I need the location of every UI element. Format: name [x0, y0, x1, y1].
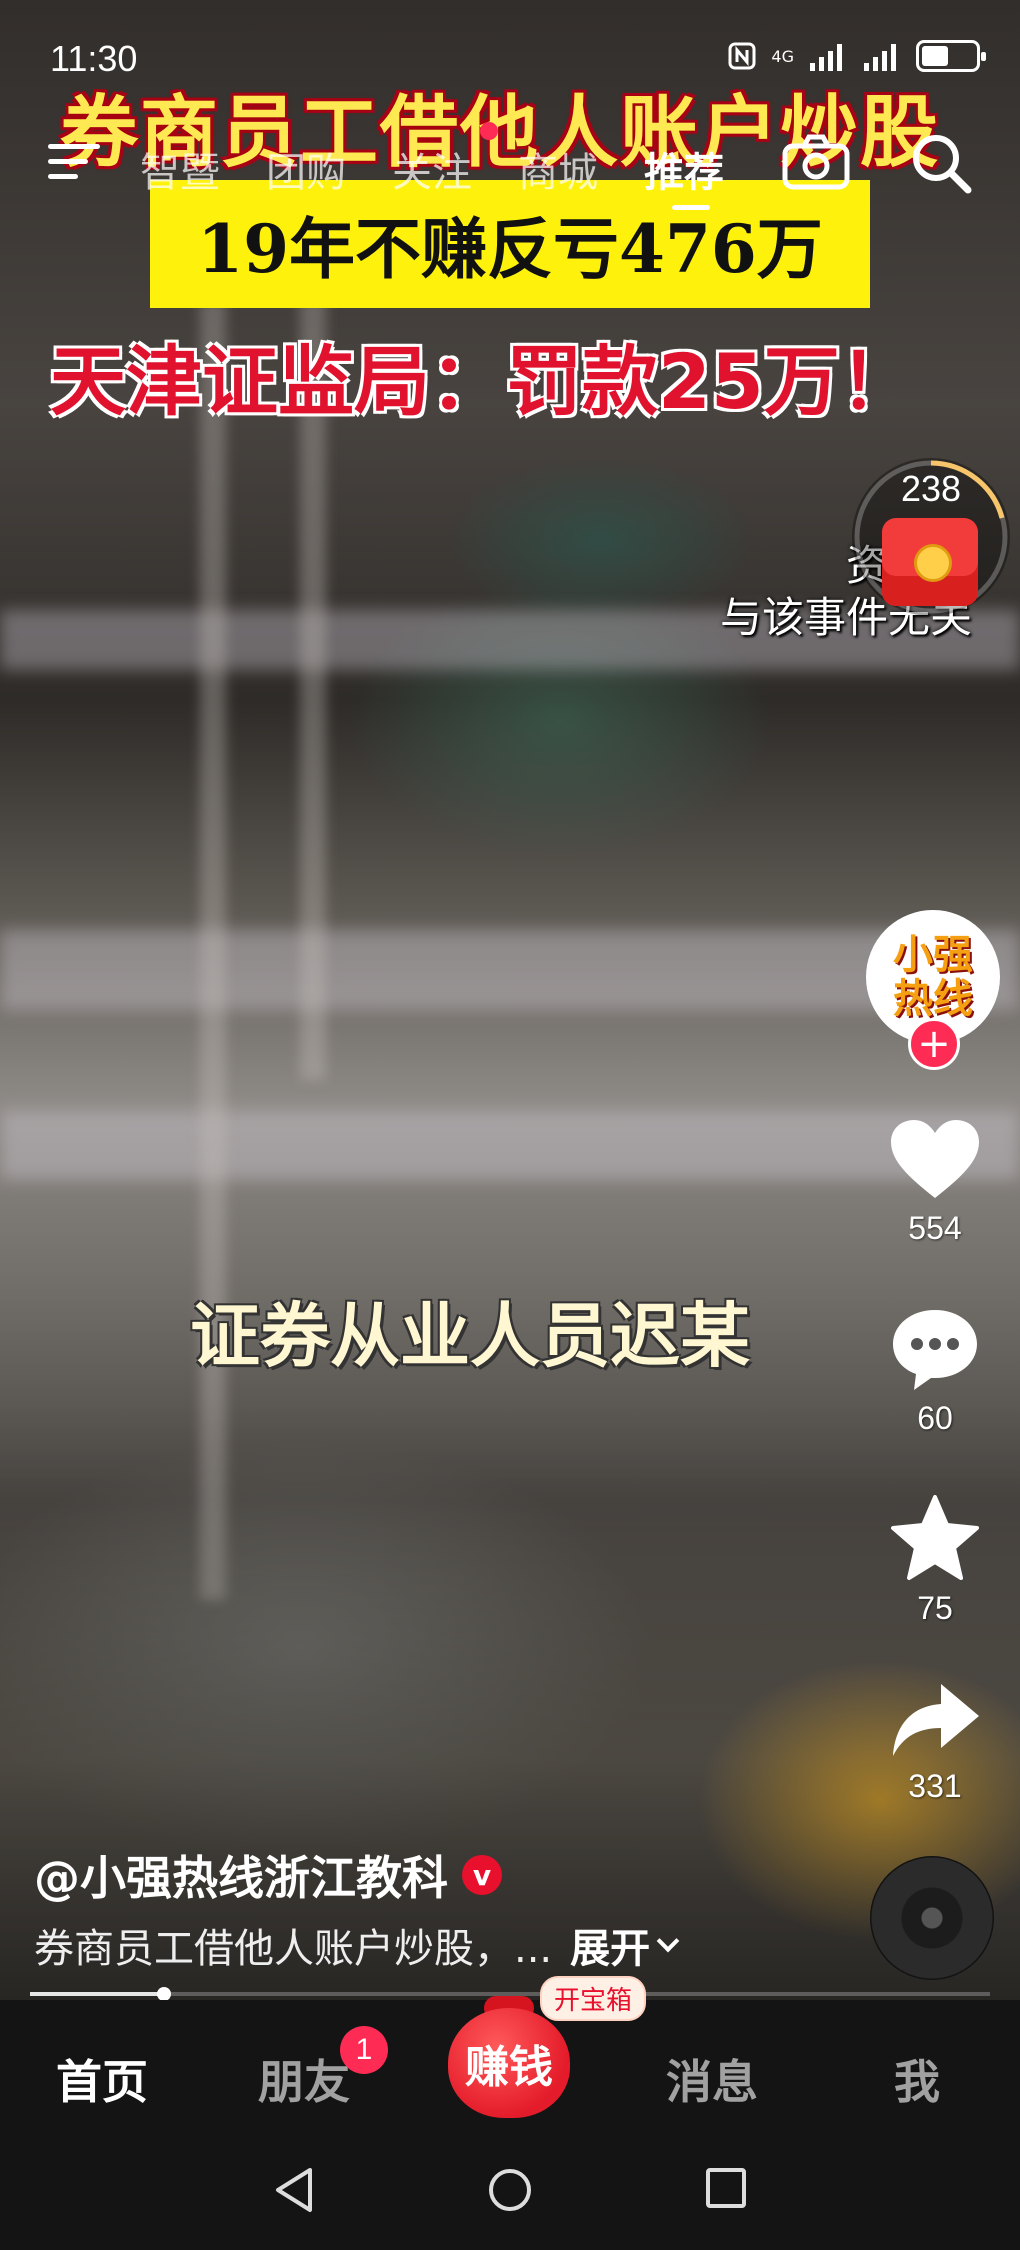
avatar-text: 小强热线	[893, 932, 973, 1022]
tab-recommend[interactable]: 推荐	[644, 140, 724, 198]
like-button[interactable]: 554	[880, 1118, 990, 1247]
active-tab-indicator	[672, 205, 710, 210]
network-label: 4G	[771, 46, 794, 66]
tab-me[interactable]: 我	[894, 2046, 940, 2112]
video-description[interactable]: 券商员工借他人账户炒股，... 展开	[34, 1916, 680, 1974]
author-handle[interactable]: @小强热线浙江教科	[34, 1842, 448, 1908]
share-button[interactable]: 331	[880, 1680, 990, 1805]
comment-icon	[893, 1310, 977, 1390]
tab-mall[interactable]: 商城	[518, 140, 598, 198]
red-packet-count: 238	[900, 468, 962, 509]
tab-messages[interactable]: 消息	[666, 2046, 758, 2112]
camera-icon[interactable]	[782, 134, 850, 190]
battery-icon	[916, 40, 986, 72]
video-red-headline: 天津证监局：罚款25万！	[50, 337, 916, 426]
favorite-button[interactable]: 75	[880, 1494, 990, 1627]
tab-following[interactable]: 关注	[392, 140, 472, 198]
comment-button[interactable]: 60	[880, 1306, 990, 1437]
money-bag-icon: 赚钱	[448, 2008, 570, 2118]
heart-icon	[891, 1120, 979, 1198]
music-disc-icon[interactable]	[870, 1856, 994, 1980]
home-icon[interactable]	[486, 2166, 534, 2214]
favorite-count: 75	[917, 1590, 953, 1626]
system-nav-bar	[0, 2130, 1020, 2250]
verified-badge-icon: v	[462, 1855, 502, 1895]
follow-button[interactable]: +	[908, 1018, 960, 1070]
like-count: 554	[908, 1210, 962, 1246]
comment-count: 60	[917, 1400, 953, 1436]
share-arrow-icon	[893, 1684, 979, 1756]
plus-icon: +	[917, 1021, 951, 1067]
open-treasure-badge[interactable]: 开宝箱	[540, 1976, 647, 2021]
back-icon[interactable]	[272, 2166, 316, 2214]
expand-button[interactable]: 展开	[570, 1916, 650, 1974]
top-tabs: 智暨 团购 关注 商城 推荐	[140, 140, 724, 198]
video-yellow-banner-text: 19年不赚反亏476万	[197, 210, 823, 288]
tab-friends[interactable]: 朋友	[258, 2046, 350, 2112]
video-subtitle: 证券从业人员迟某	[190, 1295, 750, 1377]
friends-badge: 1	[340, 2026, 388, 2074]
status-time: 11:30	[50, 38, 138, 79]
status-bar: 11:30 4G	[0, 0, 1020, 110]
red-packet-timer[interactable]: 238	[852, 458, 1010, 616]
tab-local[interactable]: 智暨	[140, 140, 220, 198]
star-icon	[891, 1495, 979, 1580]
earn-label: 赚钱	[465, 2042, 553, 2093]
share-count: 331	[908, 1768, 962, 1804]
tab-home[interactable]: 首页	[56, 2046, 148, 2112]
menu-icon[interactable]	[48, 140, 100, 184]
video-progress-fill	[30, 1992, 165, 1996]
red-envelope-icon	[882, 518, 978, 606]
video-player[interactable]: 券商员工借他人账户炒股 19年不赚反亏476万 天津证监局：罚款25万！ 资料画…	[0, 0, 1020, 2000]
chevron-down-icon	[656, 1929, 680, 1953]
notification-dot	[480, 122, 498, 140]
status-icons: 4G	[727, 40, 986, 72]
tab-group-buy[interactable]: 团购	[266, 140, 346, 198]
signal-icon	[864, 44, 896, 71]
nfc-icon	[728, 42, 756, 70]
recents-icon[interactable]	[704, 2166, 748, 2210]
signal-4g-icon	[810, 44, 842, 71]
author-name[interactable]: @小强热线浙江教科 v	[34, 1842, 502, 1908]
video-yellow-banner: 19年不赚反亏476万	[150, 180, 870, 308]
description-text: 券商员工借他人账户炒股，...	[34, 1926, 553, 1972]
search-icon[interactable]	[908, 130, 974, 196]
